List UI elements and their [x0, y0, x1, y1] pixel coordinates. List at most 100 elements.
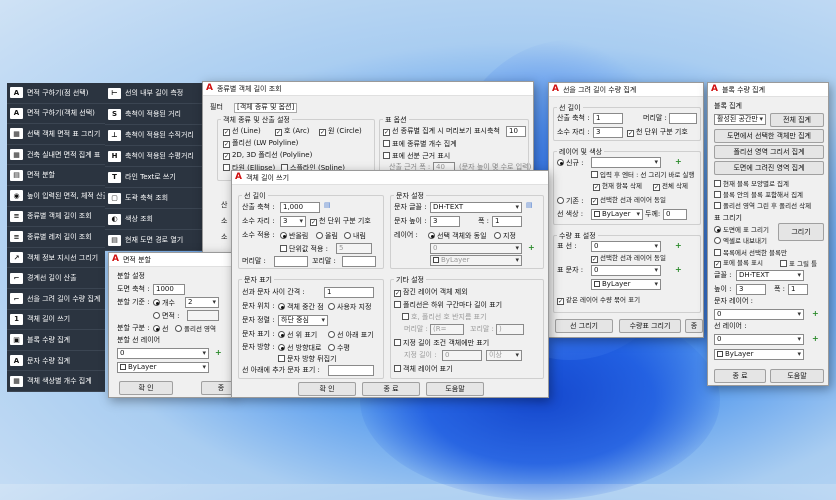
palette-tool-left-10[interactable]: ⌐ 선을 그려 길이 수량 집계 — [7, 289, 105, 310]
radio-exist[interactable]: 기존 : — [557, 197, 583, 206]
cb-same-layer-2[interactable]: ✓ 선택한 선과 레이어 동일 — [591, 254, 666, 263]
radio-ceil[interactable]: 올림 — [316, 232, 338, 241]
add-layer-icon[interactable]: + — [215, 348, 222, 357]
new-layer-select[interactable] — [591, 157, 661, 168]
table-text-select[interactable]: 0 — [591, 265, 661, 276]
scale-input[interactable]: 1000 — [153, 284, 185, 295]
help-button[interactable]: 도움말 — [770, 369, 824, 383]
suffix-input[interactable] — [342, 256, 376, 267]
cb-unit[interactable]: 단위값 적용 : — [280, 245, 328, 254]
align-select[interactable]: 하단 중심 — [278, 315, 328, 326]
palette-tool-left-8[interactable]: ↗ 객체 정보 지시선 그리기 — [7, 247, 105, 269]
prefix-input[interactable] — [274, 256, 308, 267]
cb-same-layer[interactable]: ✓ 선택한 선과 레이어 동일 — [591, 196, 666, 205]
radio-pos-mid[interactable]: 객체 중간 점 — [278, 303, 324, 312]
radio-count[interactable]: 개수 — [153, 299, 175, 308]
palette-tool-left-11[interactable]: 1 객체 길이 쓰기 — [7, 309, 105, 331]
style-select[interactable]: DH-TEXT — [430, 202, 522, 213]
scale-input[interactable]: 1,000 — [280, 202, 320, 213]
cur-del-button[interactable]: ✓ 현재 항목 삭제 — [593, 182, 642, 191]
count-selected-button[interactable]: 도면에서 선택한 객체만 집계 — [714, 129, 824, 143]
palette-tool-left-2[interactable]: ▦ 선택 객체 면적 표 그리기 — [7, 124, 105, 145]
radius-suffix-input[interactable]: ) — [496, 324, 524, 335]
unit-input[interactable]: 5 — [336, 243, 372, 254]
palette-tool-right-2[interactable]: ⊥ 축척이 적용된 수직거리 — [105, 125, 203, 146]
color-select[interactable]: ByLayer — [117, 362, 209, 373]
palette-tool-left-14[interactable]: ▦ 객체 색상별 개수 집계 — [7, 371, 105, 392]
radio-dir-line[interactable]: 선 방향대로 — [278, 344, 321, 353]
radio-floor[interactable]: 내림 — [344, 232, 366, 241]
scale-input[interactable]: 10 — [506, 126, 526, 137]
cb-lwpolyline[interactable]: ✓ 폴리선 (LW Polyline) — [223, 139, 298, 148]
cb-group-same-layer[interactable]: ✓ 같은 레이어 수량 묶어 표기 — [557, 296, 640, 305]
radio-layer-spec[interactable]: 지정 — [494, 232, 516, 241]
cb-thousands[interactable]: ✓ 천 단위 구분 기호 — [627, 128, 688, 137]
palette-tool-left-5[interactable]: ◉ 높이 입력된 면적, 체적 산출 — [7, 186, 105, 207]
area-input[interactable] — [187, 310, 219, 321]
palette-tool-left-6[interactable]: ≡ 종류별 객체 길이 조회 — [7, 206, 105, 228]
scale-input[interactable]: 1 — [593, 113, 623, 124]
cb-nested[interactable]: 블록 안의 블록 포함해서 집계 — [714, 191, 803, 199]
prefix-input[interactable] — [669, 113, 697, 124]
radio-dir-horz[interactable]: 수평 — [328, 344, 350, 353]
add-layer-icon[interactable]: + — [812, 309, 819, 318]
close-button[interactable]: 종 료 — [362, 382, 420, 396]
palette-tool-left-12[interactable]: ▣ 블록 수량 집계 — [7, 330, 105, 351]
cb-arc[interactable]: ✓ 호 (Arc) — [275, 127, 310, 136]
cb-frame[interactable]: 표 그릴 틀 — [780, 260, 817, 268]
radio-excel[interactable]: 엑셀로 내보내기 — [714, 237, 767, 245]
add-layer-icon[interactable]: + — [675, 265, 682, 274]
palette-tool-right-0[interactable]: ⊢ 선의 내부 길이 측정 — [105, 83, 203, 104]
radio-pos-user[interactable]: 사용자 지정 — [328, 303, 371, 312]
radio-draw-table[interactable]: 도면에 표 그리기 — [714, 226, 769, 234]
palette-tool-right-1[interactable]: S 축척이 적용된 거리 — [105, 104, 203, 125]
close-button[interactable]: 종 료 — [714, 369, 766, 383]
color-select[interactable]: ByLayer — [430, 255, 522, 266]
cb-enter-run[interactable]: 입력 후 엔터 : 선 그리기 바로 실행 — [591, 171, 694, 179]
cb-layer-label[interactable]: 객체 레이어 표기 — [394, 365, 453, 374]
text-layer-select[interactable]: 0 — [714, 309, 804, 320]
palette-tool-left-0[interactable]: A 면적 구하기(점 선택) — [7, 83, 105, 104]
radio-new[interactable]: 신규 : — [557, 159, 583, 168]
palette-tool-left-3[interactable]: ▦ 건축 실내면 면적 집계 표 — [7, 144, 105, 166]
count-spinner[interactable]: 2 — [185, 297, 219, 308]
count-polyline-button[interactable]: 폴리선 영역 그리서 집계 — [714, 145, 824, 159]
decimals-select[interactable]: 3 — [280, 216, 306, 227]
cb-locked[interactable]: ✓ 잠긴 레이어 객체 제외 — [394, 288, 468, 297]
gap-input[interactable]: 1 — [324, 287, 374, 298]
palette-tool-left-13[interactable]: A 문자 수량 집계 — [7, 350, 105, 372]
height-input[interactable]: 3 — [736, 284, 766, 295]
ok-button[interactable]: 확 인 — [298, 382, 356, 396]
radio-side-down[interactable]: 선 아래 표기 — [328, 331, 374, 340]
count-all-button[interactable]: 전체 집계 — [770, 113, 824, 127]
close-button[interactable]: 종 — [685, 319, 703, 333]
radius-prefix-input[interactable]: (R= — [430, 324, 464, 335]
add-layer-icon[interactable]: + — [675, 241, 682, 250]
draw-button[interactable]: 그리기 — [778, 223, 824, 241]
table-color-select[interactable]: ByLayer — [591, 279, 661, 290]
radio-layer-same[interactable]: 선택 객체와 동일 — [428, 232, 487, 241]
calendar-icon[interactable]: ▤ — [324, 201, 331, 210]
palette-tool-left-7[interactable]: ≡ 종류별 레저 길이 조회 — [7, 227, 105, 248]
help-button[interactable]: 도움말 — [426, 382, 484, 396]
decimals-input[interactable]: 3 — [593, 127, 623, 138]
all-del-button[interactable]: ✓ 전체 삭제 — [653, 182, 688, 191]
add-layer-icon[interactable]: + — [675, 157, 682, 166]
palette-tool-right-4[interactable]: T 라인 Text로 쓰기 — [105, 167, 203, 188]
palette-tool-left-9[interactable]: ⌐ 경계선 길이 산출 — [7, 268, 105, 289]
color-select[interactable]: ByLayer — [591, 209, 643, 220]
table-line-select[interactable]: 0 — [591, 241, 661, 252]
palette-tool-right-3[interactable]: H 축척이 적용된 수평거리 — [105, 146, 203, 167]
cb-flip[interactable]: 문자 방향 뒤집기 — [278, 355, 337, 364]
count-drawn-area-button[interactable]: 도면에 그려진 영역 집계 — [714, 161, 824, 175]
calendar-icon[interactable]: ▤ — [526, 201, 533, 210]
cb-polyline[interactable]: ✓ 2D, 3D 폴리선 (Polyline) — [223, 151, 312, 160]
palette-tool-left-4[interactable]: ▤ 면적 분할 — [7, 165, 105, 186]
cb-delete-poly[interactable]: 폴리선 영역 그린 후 폴리선 삭제 — [714, 202, 811, 210]
cb-condition[interactable]: 지정 길이 조건 객체에만 표기 — [394, 339, 489, 348]
palette-tool-right-5[interactable]: ▢ 도곽 축척 조회 — [105, 188, 203, 209]
cb-show-block[interactable]: ✓ 표에 블록 표시 — [714, 259, 763, 268]
radio-round[interactable]: 반올림 — [280, 232, 308, 241]
cb-radius[interactable]: 호, 폴리선 호 반지름 표기 — [402, 313, 487, 322]
width-input[interactable]: 0 — [663, 209, 687, 220]
